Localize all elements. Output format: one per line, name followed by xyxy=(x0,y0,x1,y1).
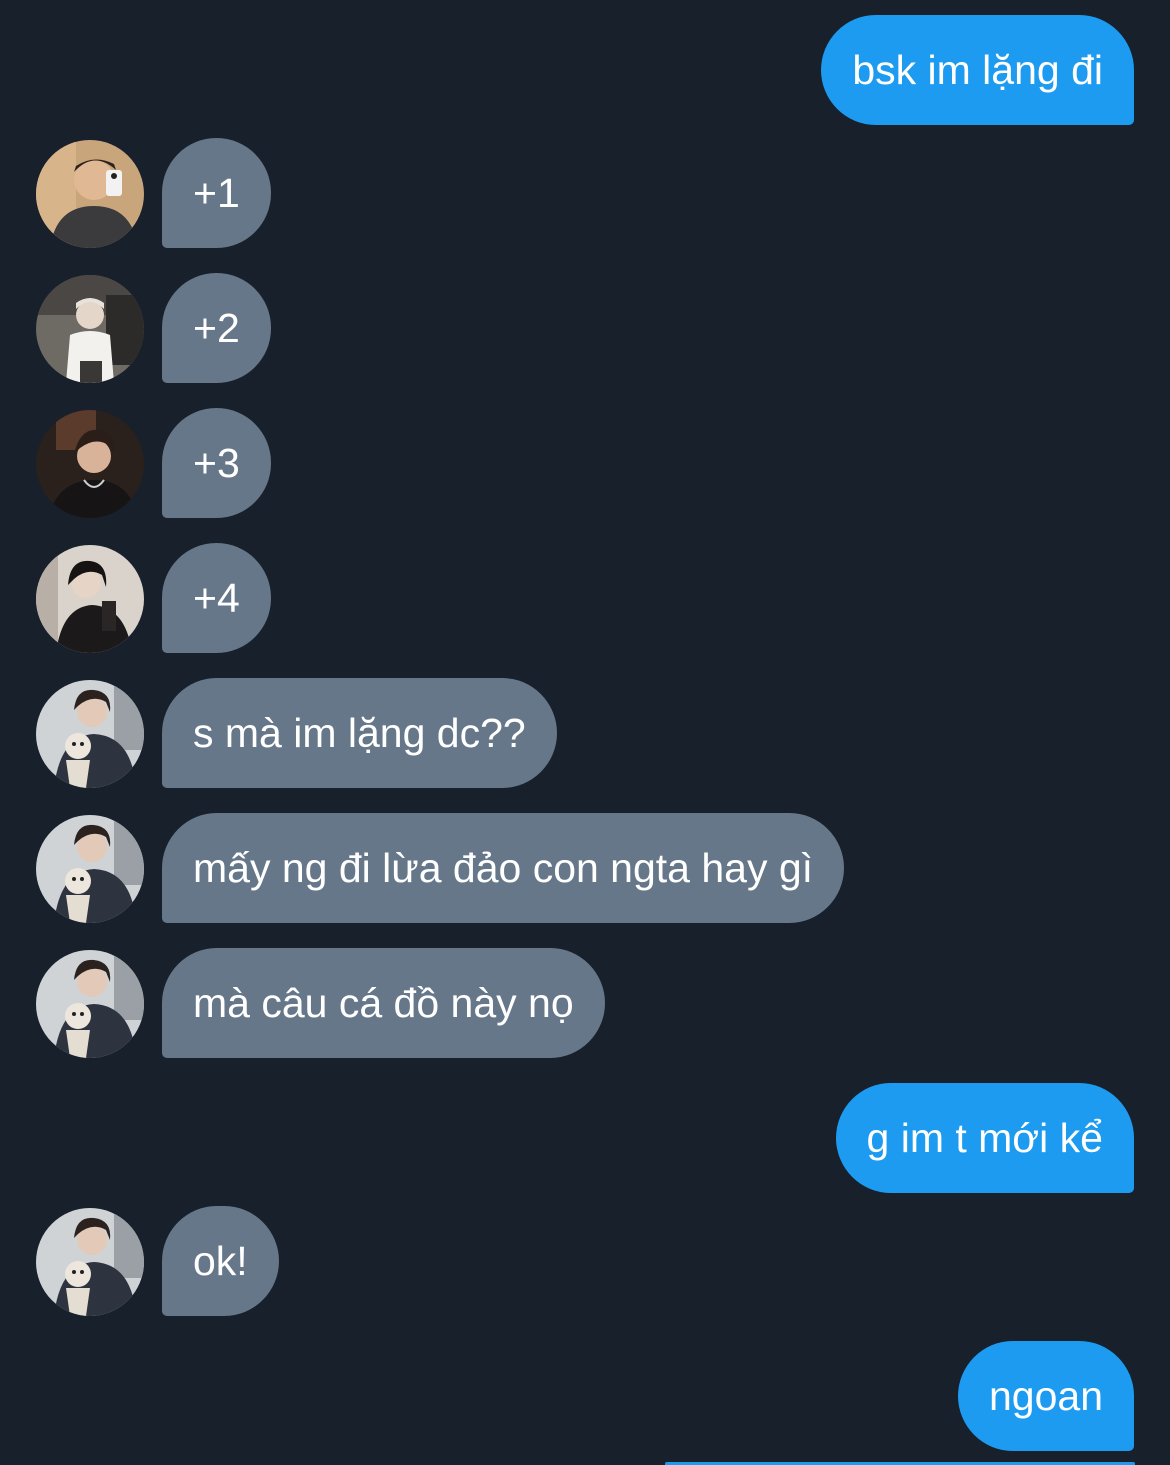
user-avatar-2[interactable] xyxy=(36,275,144,383)
sent-message-bubble[interactable]: ngoan xyxy=(957,1341,1134,1451)
user-avatar-5[interactable] xyxy=(36,680,144,788)
received-message-bubble[interactable]: mấy ng đi lừa đảo con ngta hay gì xyxy=(162,813,845,923)
chat-thread: bsk im lặng đi +1 +2 +3 +4 s mà im lặng … xyxy=(0,0,1170,1465)
received-message-bubble[interactable]: ok! xyxy=(162,1206,279,1316)
user-avatar-5[interactable] xyxy=(36,950,144,1058)
user-avatar-4[interactable] xyxy=(36,545,144,653)
sent-message-bubble[interactable]: g im t mới kể xyxy=(835,1083,1134,1193)
received-message-bubble[interactable]: +2 xyxy=(162,273,271,383)
received-message-bubble[interactable]: s mà im lặng dc?? xyxy=(162,678,557,788)
sent-message-bubble[interactable]: bsk im lặng đi xyxy=(821,15,1134,125)
received-message-bubble[interactable]: mà câu cá đồ này nọ xyxy=(162,948,605,1058)
user-avatar-3[interactable] xyxy=(36,410,144,518)
received-message-bubble[interactable]: +3 xyxy=(162,408,271,518)
received-message-bubble[interactable]: +4 xyxy=(162,543,271,653)
user-avatar-1[interactable] xyxy=(36,140,144,248)
received-message-bubble[interactable]: +1 xyxy=(162,138,271,248)
user-avatar-5[interactable] xyxy=(36,815,144,923)
user-avatar-5[interactable] xyxy=(36,1208,144,1316)
